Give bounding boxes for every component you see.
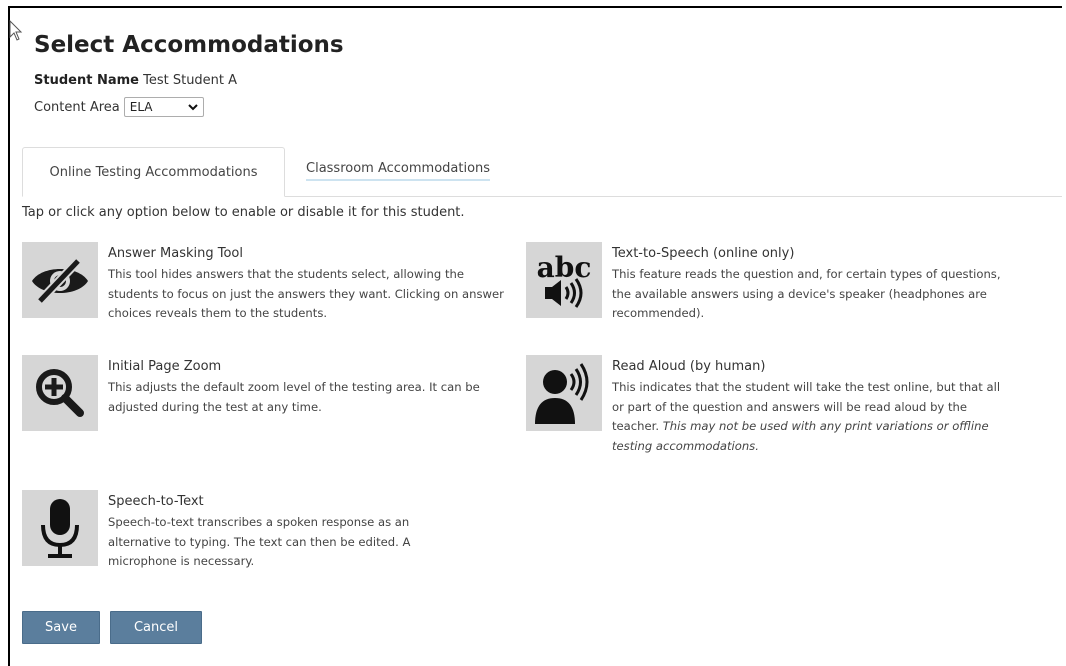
student-name-value: Test Student A (143, 73, 238, 88)
accommodation-description: This feature reads the question and, for… (612, 267, 1001, 320)
accommodation-description: This indicates that the student will tak… (612, 378, 1007, 456)
content-area-label: Content Area (34, 99, 120, 115)
accommodation-title: Text-to-Speech (online only) (612, 246, 795, 261)
accommodation-speech-to-text[interactable]: Speech-to-Text Speech-to-text transcribe… (22, 490, 512, 572)
accommodation-read-aloud[interactable]: Read Aloud (by human) This indicates tha… (526, 355, 1026, 456)
tab-classroom-label: Classroom Accommodations (306, 161, 491, 176)
instruction-text: Tap or click any option below to enable … (22, 205, 465, 220)
eye-slash-icon (22, 242, 98, 318)
content-area-select[interactable]: ELA (123, 97, 204, 117)
abc-icon-text: abc (537, 251, 592, 284)
student-name-row: Student Name Test Student A (34, 73, 237, 88)
tab-classroom[interactable]: Classroom Accommodations (306, 161, 491, 181)
zoom-in-icon (22, 355, 98, 431)
student-name-label: Student Name (34, 73, 139, 88)
page-title: Select Accommodations (34, 32, 344, 58)
accommodation-title: Initial Page Zoom (108, 359, 222, 374)
chevron-down-icon (188, 103, 198, 110)
accommodation-description: Speech-to-text transcribes a spoken resp… (108, 515, 411, 568)
accommodation-tabs: Online Testing Accommodations Classroom … (22, 147, 1062, 197)
abc-speaker-icon: abc (526, 242, 602, 318)
accommodation-description: This tool hides answers that the student… (108, 267, 504, 320)
save-button[interactable]: Save (22, 611, 100, 644)
accommodation-title: Speech-to-Text (108, 494, 204, 509)
accommodation-title: Read Aloud (by human) (612, 359, 766, 374)
accommodation-answer-masking[interactable]: Answer Masking Tool This tool hides answ… (22, 242, 512, 324)
accommodation-description: This adjusts the default zoom level of t… (108, 380, 480, 414)
cancel-button[interactable]: Cancel (110, 611, 202, 644)
person-speaking-icon (526, 355, 602, 431)
accommodation-page-zoom[interactable]: Initial Page Zoom This adjusts the defau… (22, 355, 512, 431)
accommodation-text-to-speech[interactable]: abc Text-to-Speech (online only) This fe… (526, 242, 1026, 324)
content-area-row: Content Area ELA (34, 97, 204, 117)
accommodation-title: Answer Masking Tool (108, 246, 243, 261)
accommodation-description-italic: This may not be used with any print vari… (612, 419, 989, 453)
tab-online-testing-label: Online Testing Accommodations (49, 164, 258, 180)
mouse-cursor-icon (9, 20, 23, 41)
content-area-selected: ELA (129, 100, 153, 114)
tab-online-testing[interactable]: Online Testing Accommodations (22, 147, 285, 197)
microphone-icon (22, 490, 98, 566)
